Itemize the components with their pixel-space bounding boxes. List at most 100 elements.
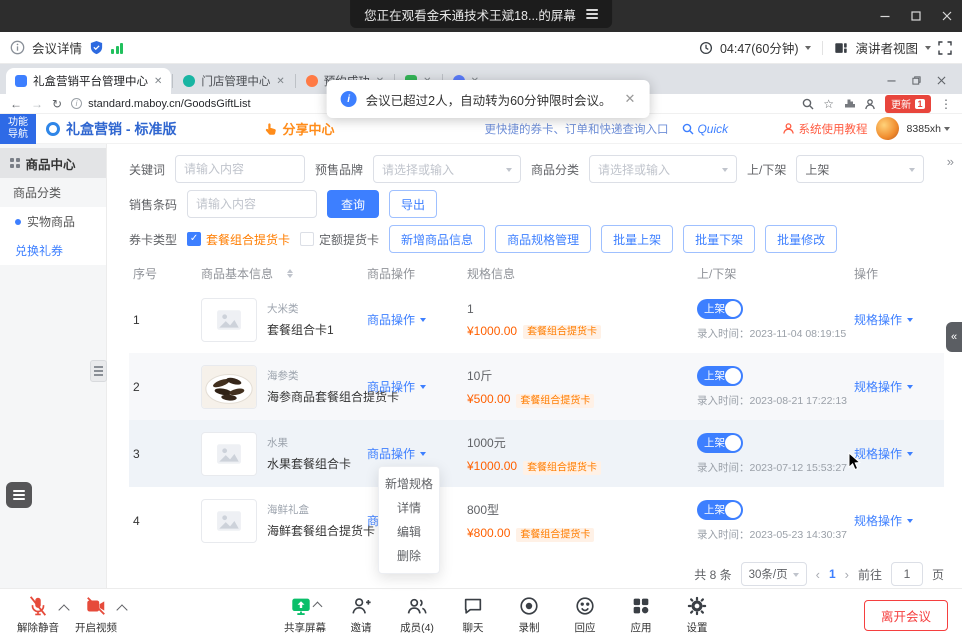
tab-store-admin[interactable]: 门店管理中心 ✕ [174, 68, 293, 94]
tutorial-link[interactable]: 系统使用教程 [782, 121, 868, 137]
sort-icon[interactable] [287, 266, 293, 281]
site-info-icon[interactable]: i [71, 98, 82, 109]
members-button[interactable]: 成员(4) [391, 594, 443, 635]
page-size-select[interactable]: 30条/页 [741, 562, 807, 586]
tab-close-icon[interactable]: ✕ [276, 76, 284, 87]
zoom-icon[interactable] [802, 98, 814, 110]
share-center-link[interactable]: 分享中心 [264, 119, 334, 138]
extensions-icon[interactable] [843, 98, 855, 110]
batch-onshelf-button[interactable]: 批量上架 [601, 225, 673, 253]
category-select[interactable]: 请选择或输入 [589, 155, 737, 183]
search-button[interactable]: 查询 [327, 190, 379, 218]
prev-page-icon[interactable]: ‹ [816, 567, 820, 582]
timer-caret-icon[interactable] [805, 46, 811, 53]
function-nav-button[interactable]: 功能导航 [0, 114, 36, 144]
entry-time: 录入时间：2023-11-04 08:19:15 [697, 326, 854, 341]
invite-button[interactable]: 邀请 [335, 594, 387, 635]
shelf-select[interactable]: 上架 [796, 155, 924, 183]
profile-icon[interactable] [864, 98, 876, 110]
row-index: 3 [129, 447, 201, 461]
reactions-button[interactable]: 回应 [559, 594, 611, 635]
product-action-dropdown[interactable]: 商品操作 [367, 378, 426, 395]
spec-manage-button[interactable]: 商品规格管理 [495, 225, 591, 253]
caret-down-icon [907, 519, 913, 526]
sidebar-toggle-handle[interactable] [90, 360, 107, 382]
sidebar-item-gift-voucher[interactable]: 兑换礼券 [0, 236, 106, 265]
caret-down-icon [420, 452, 426, 459]
app-header: 功能导航 礼盒营销 - 标准版 分享中心 更快捷的券卡、订单和快递查询入口 Qu… [0, 114, 962, 144]
view-caret-icon[interactable] [925, 46, 931, 53]
user-avatar[interactable] [876, 117, 899, 140]
browser-close-icon[interactable] [937, 76, 946, 85]
meeting-details-button[interactable]: 会议详情 [32, 38, 82, 57]
tab-close-icon[interactable]: ✕ [154, 76, 162, 87]
menu-item-detail[interactable]: 详情 [379, 496, 439, 520]
fixed-card-checkbox[interactable]: 定额提货卡 [300, 231, 379, 248]
batch-edit-button[interactable]: 批量修改 [765, 225, 837, 253]
apps-button[interactable]: 应用 [615, 594, 667, 635]
network-signal-icon[interactable] [111, 42, 123, 54]
minimize-button[interactable] [869, 0, 900, 32]
sidebar-item-physical-goods[interactable]: 实物商品 [0, 207, 106, 236]
meeting-timer[interactable]: 04:47(60分钟) [720, 38, 799, 57]
panel-collapse-handle[interactable]: « [946, 322, 962, 352]
product-action-dropdown[interactable]: 商品操作 [367, 311, 426, 328]
sidebar-section-product-center[interactable]: 商品中心 [0, 148, 106, 178]
sidebar-item-product-category[interactable]: 商品分类 [0, 178, 106, 207]
spec-action-dropdown[interactable]: 规格操作 [854, 378, 913, 395]
share-screen-button[interactable]: 共享屏幕 [279, 594, 331, 635]
spec-action-dropdown[interactable]: 规格操作 [854, 311, 913, 328]
start-video-button[interactable]: 开启视频 [70, 594, 122, 635]
share-options-chevron[interactable] [312, 601, 322, 611]
view-mode-button[interactable]: 演讲者视图 [855, 38, 918, 57]
quick-search-link[interactable]: Quick [682, 122, 728, 136]
next-page-icon[interactable]: › [845, 567, 849, 582]
goto-page-input[interactable] [891, 562, 923, 586]
menu-item-edit[interactable]: 编辑 [379, 520, 439, 544]
export-button[interactable]: 导出 [389, 190, 437, 218]
product-action-dropdown-open[interactable]: 商品操作 [367, 445, 426, 462]
bookmark-star-icon[interactable]: ☆ [823, 98, 834, 110]
menu-item-add-spec[interactable]: 新增规格 [379, 472, 439, 496]
record-button[interactable]: 录制 [503, 594, 555, 635]
current-page[interactable]: 1 [829, 567, 836, 581]
unmute-button[interactable]: 解除静音 [12, 594, 64, 635]
browser-restore-icon[interactable] [912, 76, 921, 85]
menu-icon[interactable] [586, 9, 598, 19]
shelf-toggle[interactable]: 上架 [697, 433, 743, 453]
combo-card-checkbox[interactable]: ✓ 套餐组合提货卡 [187, 231, 290, 248]
brand-select[interactable]: 请选择或输入 [373, 155, 521, 183]
back-icon[interactable]: ← [10, 98, 22, 110]
fullscreen-icon[interactable] [938, 41, 952, 55]
browser-update-button[interactable]: 更新 1 [885, 95, 931, 113]
hand-icon [264, 122, 278, 136]
update-count-badge: 1 [915, 99, 925, 109]
menu-item-delete[interactable]: 删除 [379, 544, 439, 568]
notification-close-icon[interactable]: ✕ [624, 91, 635, 107]
caret-down-icon [907, 452, 913, 459]
keyword-input[interactable] [175, 155, 305, 183]
leave-meeting-button[interactable]: 离开会议 [864, 600, 948, 631]
forward-icon[interactable]: → [31, 98, 43, 110]
collapse-filters-icon[interactable]: » [947, 154, 954, 169]
maximize-button[interactable] [900, 0, 931, 32]
chat-button[interactable]: 聊天 [447, 594, 499, 635]
spec-action-dropdown[interactable]: 规格操作 [854, 512, 913, 529]
shelf-toggle[interactable]: 上架 [697, 299, 743, 319]
security-shield-icon[interactable] [89, 40, 104, 55]
username-menu[interactable]: 8385xh [907, 123, 950, 135]
barcode-input[interactable] [187, 190, 317, 218]
close-button[interactable] [931, 0, 962, 32]
floating-list-widget[interactable] [6, 482, 32, 508]
tab-gift-admin[interactable]: 礼盒营销平台管理中心 ✕ [6, 68, 171, 94]
browser-menu-icon[interactable]: ⋮ [940, 98, 952, 110]
settings-button[interactable]: 设置 [671, 594, 723, 635]
add-product-button[interactable]: 新增商品信息 [389, 225, 485, 253]
reload-icon[interactable]: ↻ [52, 98, 62, 110]
batch-offshelf-button[interactable]: 批量下架 [683, 225, 755, 253]
shelf-toggle[interactable]: 上架 [697, 366, 743, 386]
browser-minimize-icon[interactable] [887, 76, 896, 85]
shelf-toggle[interactable]: 上架 [697, 500, 743, 520]
header-shelf: 上/下架 [697, 265, 854, 282]
spec-action-dropdown[interactable]: 规格操作 [854, 445, 913, 462]
